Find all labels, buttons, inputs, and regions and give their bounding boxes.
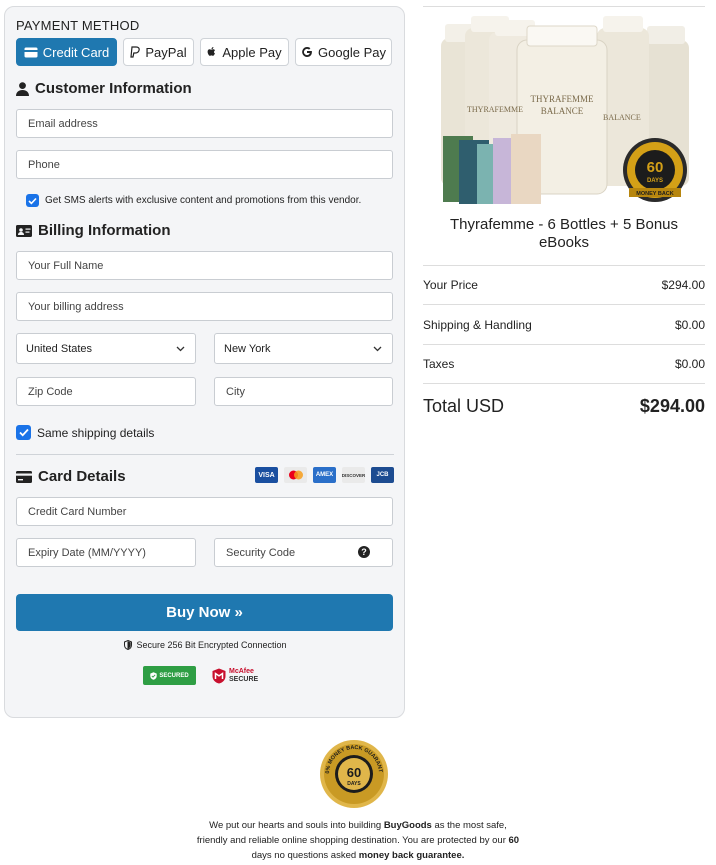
- country-value: United States: [26, 342, 93, 355]
- total-row: Total USD $294.00: [423, 396, 705, 417]
- secured-badge: SECURED: [143, 666, 196, 685]
- payment-method-title: PAYMENT METHOD: [16, 18, 140, 33]
- same-shipping-checkbox[interactable]: [16, 425, 31, 440]
- taxes-label: Taxes: [423, 357, 455, 371]
- checkmark-icon: [18, 428, 29, 437]
- bonus-ebooks: [443, 134, 541, 204]
- summary-divider: [423, 265, 705, 266]
- summary-divider: [423, 383, 705, 384]
- svg-text:60: 60: [347, 765, 361, 780]
- mcafee-badge: McAfee SECURE: [212, 668, 258, 684]
- billing-info-title: Billing Information: [38, 222, 171, 239]
- guarantee-seal: 60 DAYS 100% MONEY BACK GUARANTEE: [319, 739, 388, 808]
- svg-text:THYRAFEMME: THYRAFEMME: [530, 94, 594, 104]
- paypal-button[interactable]: PayPal: [123, 38, 194, 66]
- total-value: $294.00: [639, 396, 705, 416]
- price-row: Your Price $294.00: [423, 278, 705, 292]
- customer-info-title: Customer Information: [35, 80, 192, 97]
- expiry-date-field[interactable]: [16, 538, 196, 567]
- amex-logo: AMEX: [313, 467, 336, 483]
- summary-divider: [423, 344, 705, 345]
- payment-method-options: Credit Card PayPal Apple Pay Google Pay: [16, 38, 392, 66]
- svg-text:DAYS: DAYS: [647, 178, 663, 184]
- google-pay-button[interactable]: Google Pay: [295, 38, 392, 66]
- shipping-row: Shipping & Handling $0.00: [423, 318, 705, 332]
- brand-name: BuyGoods: [383, 820, 432, 831]
- state-select[interactable]: New York: [214, 333, 393, 364]
- svg-text:60: 60: [647, 159, 664, 176]
- credit-card-icon: [24, 47, 38, 57]
- google-icon: [302, 47, 312, 57]
- apple-icon: [207, 47, 216, 56]
- mcafee-shield-icon: [212, 668, 226, 683]
- section-divider: [16, 454, 394, 455]
- svg-text:THYRAFEMME: THYRAFEMME: [467, 105, 523, 114]
- paypal-label: PayPal: [145, 44, 187, 60]
- question-icon[interactable]: ?: [358, 546, 370, 558]
- buy-now-button[interactable]: Buy Now »: [16, 594, 393, 631]
- apple-pay-button[interactable]: Apple Pay: [200, 38, 289, 66]
- checkmark-icon: [28, 197, 37, 205]
- product-image: THYRAFEMME BALANCE THYRAFEMME BALANCE 60…: [441, 16, 689, 204]
- jcb-logo: JCB: [371, 467, 394, 483]
- full-name-field[interactable]: [16, 251, 393, 280]
- total-label: Total USD: [423, 396, 505, 416]
- mastercard-logo: [284, 467, 307, 483]
- phone-field[interactable]: [16, 150, 393, 179]
- credit-card-label: Credit Card: [42, 44, 110, 60]
- billing-info-heading: Billing Information: [16, 222, 171, 239]
- city-field[interactable]: [214, 377, 393, 406]
- accepted-cards: VISA AMEX DISCOVER JCB: [255, 467, 394, 483]
- shield-icon: [124, 640, 133, 650]
- chevron-down-icon: [373, 346, 382, 351]
- credit-card-icon: [16, 470, 32, 483]
- credit-card-button[interactable]: Credit Card: [16, 38, 117, 66]
- svg-text:DAYS: DAYS: [347, 781, 361, 787]
- price-value: $294.00: [661, 278, 705, 292]
- card-number-field[interactable]: [16, 497, 393, 526]
- discover-logo: DISCOVER: [342, 467, 365, 483]
- summary-divider: [423, 304, 705, 305]
- customer-info-heading: Customer Information: [16, 80, 192, 97]
- product-name: Thyrafemme - 6 Bottles + 5 Bonus eBooks: [449, 216, 679, 251]
- summary-top-divider: [423, 6, 705, 7]
- user-icon: [16, 81, 29, 96]
- svg-text:MONEY BACK: MONEY BACK: [636, 191, 674, 197]
- same-shipping-label: Same shipping details: [37, 425, 155, 440]
- visa-logo: VISA: [255, 467, 278, 483]
- shipping-label: Shipping & Handling: [423, 318, 532, 332]
- chevron-down-icon: [176, 346, 185, 351]
- svg-text:BALANCE: BALANCE: [541, 106, 584, 116]
- taxes-row: Taxes $0.00: [423, 357, 705, 371]
- checkout-form-card: PAYMENT METHOD Credit Card PayPal Apple …: [4, 6, 405, 718]
- trust-badges: SECURED McAfee SECURE: [143, 666, 258, 685]
- id-card-icon: [16, 224, 32, 237]
- mastercard-circles-icon: [288, 470, 303, 480]
- card-details-title: Card Details: [38, 468, 126, 485]
- taxes-value: $0.00: [674, 357, 705, 371]
- shield-check-icon: [150, 671, 158, 680]
- apple-pay-label: Apple Pay: [222, 44, 282, 60]
- sms-label: Get SMS alerts with exclusive content an…: [45, 195, 362, 206]
- billing-address-field[interactable]: [16, 292, 393, 321]
- sms-opt-in: Get SMS alerts with exclusive content an…: [26, 194, 361, 207]
- paypal-icon: [130, 46, 141, 58]
- secure-connection-note: Secure 256 Bit Encrypted Connection: [5, 640, 406, 650]
- price-label: Your Price: [423, 278, 478, 292]
- card-details-heading: Card Details: [16, 468, 126, 485]
- secure-connection-text: Secure 256 Bit Encrypted Connection: [136, 640, 287, 650]
- svg-text:BALANCE: BALANCE: [603, 113, 641, 122]
- footer-guarantee-text: We put our hearts and souls into buildin…: [196, 820, 520, 861]
- country-select[interactable]: United States: [16, 333, 196, 364]
- google-pay-label: Google Pay: [318, 44, 386, 60]
- same-shipping-option: Same shipping details: [16, 425, 154, 440]
- shipping-value: $0.00: [674, 318, 705, 332]
- email-field[interactable]: [16, 109, 393, 138]
- money-back-seal: 60 DAYS MONEY BACK: [623, 138, 687, 202]
- sms-checkbox[interactable]: [26, 194, 39, 207]
- state-value: New York: [224, 342, 271, 355]
- zip-code-field[interactable]: [16, 377, 196, 406]
